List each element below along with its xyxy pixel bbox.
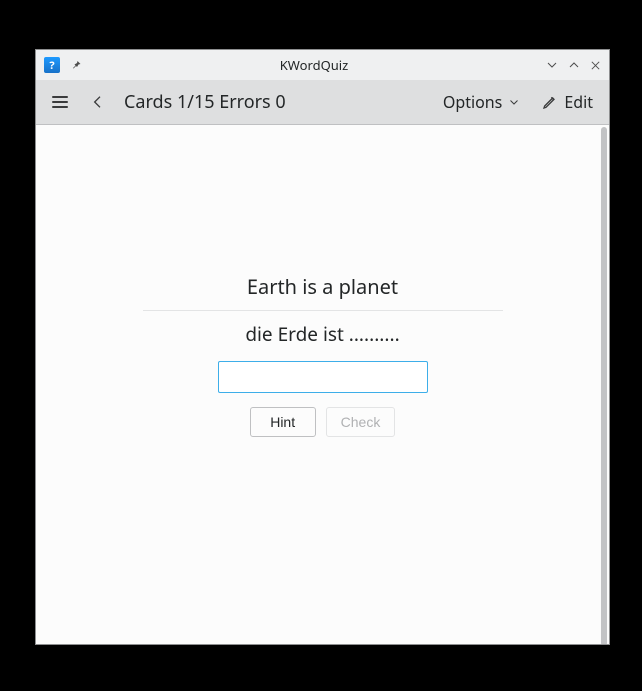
title-bar: KWordQuiz [36, 50, 609, 80]
progress-current: 1 [177, 90, 187, 114]
edit-button[interactable]: Edit [538, 86, 597, 118]
errors-label: Errors [219, 90, 270, 114]
check-button: Check [326, 407, 396, 437]
options-label: Options [443, 91, 502, 113]
minimize-icon[interactable] [546, 59, 558, 71]
page-title: Cards 1/15 Errors 0 [124, 90, 286, 114]
window-title: KWordQuiz [82, 56, 546, 74]
title-prefix: Cards [124, 90, 172, 114]
flash-card: Earth is a planet die Erde ist .........… [36, 273, 609, 437]
app-icon [44, 57, 60, 73]
hint-button[interactable]: Hint [250, 407, 316, 437]
errors-count: 0 [275, 90, 285, 114]
scrollbar-thumb[interactable] [601, 127, 607, 644]
edit-label: Edit [564, 91, 593, 113]
toolbar: Cards 1/15 Errors 0 Options Edit [36, 80, 609, 125]
content-area: Earth is a planet die Erde ist .........… [36, 125, 609, 644]
pin-icon[interactable] [70, 59, 82, 71]
maximize-icon[interactable] [568, 59, 580, 71]
card-question: Earth is a planet [247, 273, 398, 310]
card-prompt: die Erde ist .......... [245, 321, 399, 347]
options-button[interactable]: Options [439, 86, 524, 118]
chevron-down-icon [508, 96, 520, 108]
close-icon[interactable] [590, 60, 601, 71]
back-button[interactable] [86, 86, 110, 118]
pencil-icon [542, 94, 558, 110]
divider [143, 310, 503, 311]
button-row: Hint Check [250, 407, 396, 437]
menu-button[interactable] [48, 86, 72, 118]
app-window: KWordQuiz [35, 49, 610, 645]
answer-input[interactable] [218, 361, 428, 393]
progress-total: 15 [194, 90, 215, 114]
